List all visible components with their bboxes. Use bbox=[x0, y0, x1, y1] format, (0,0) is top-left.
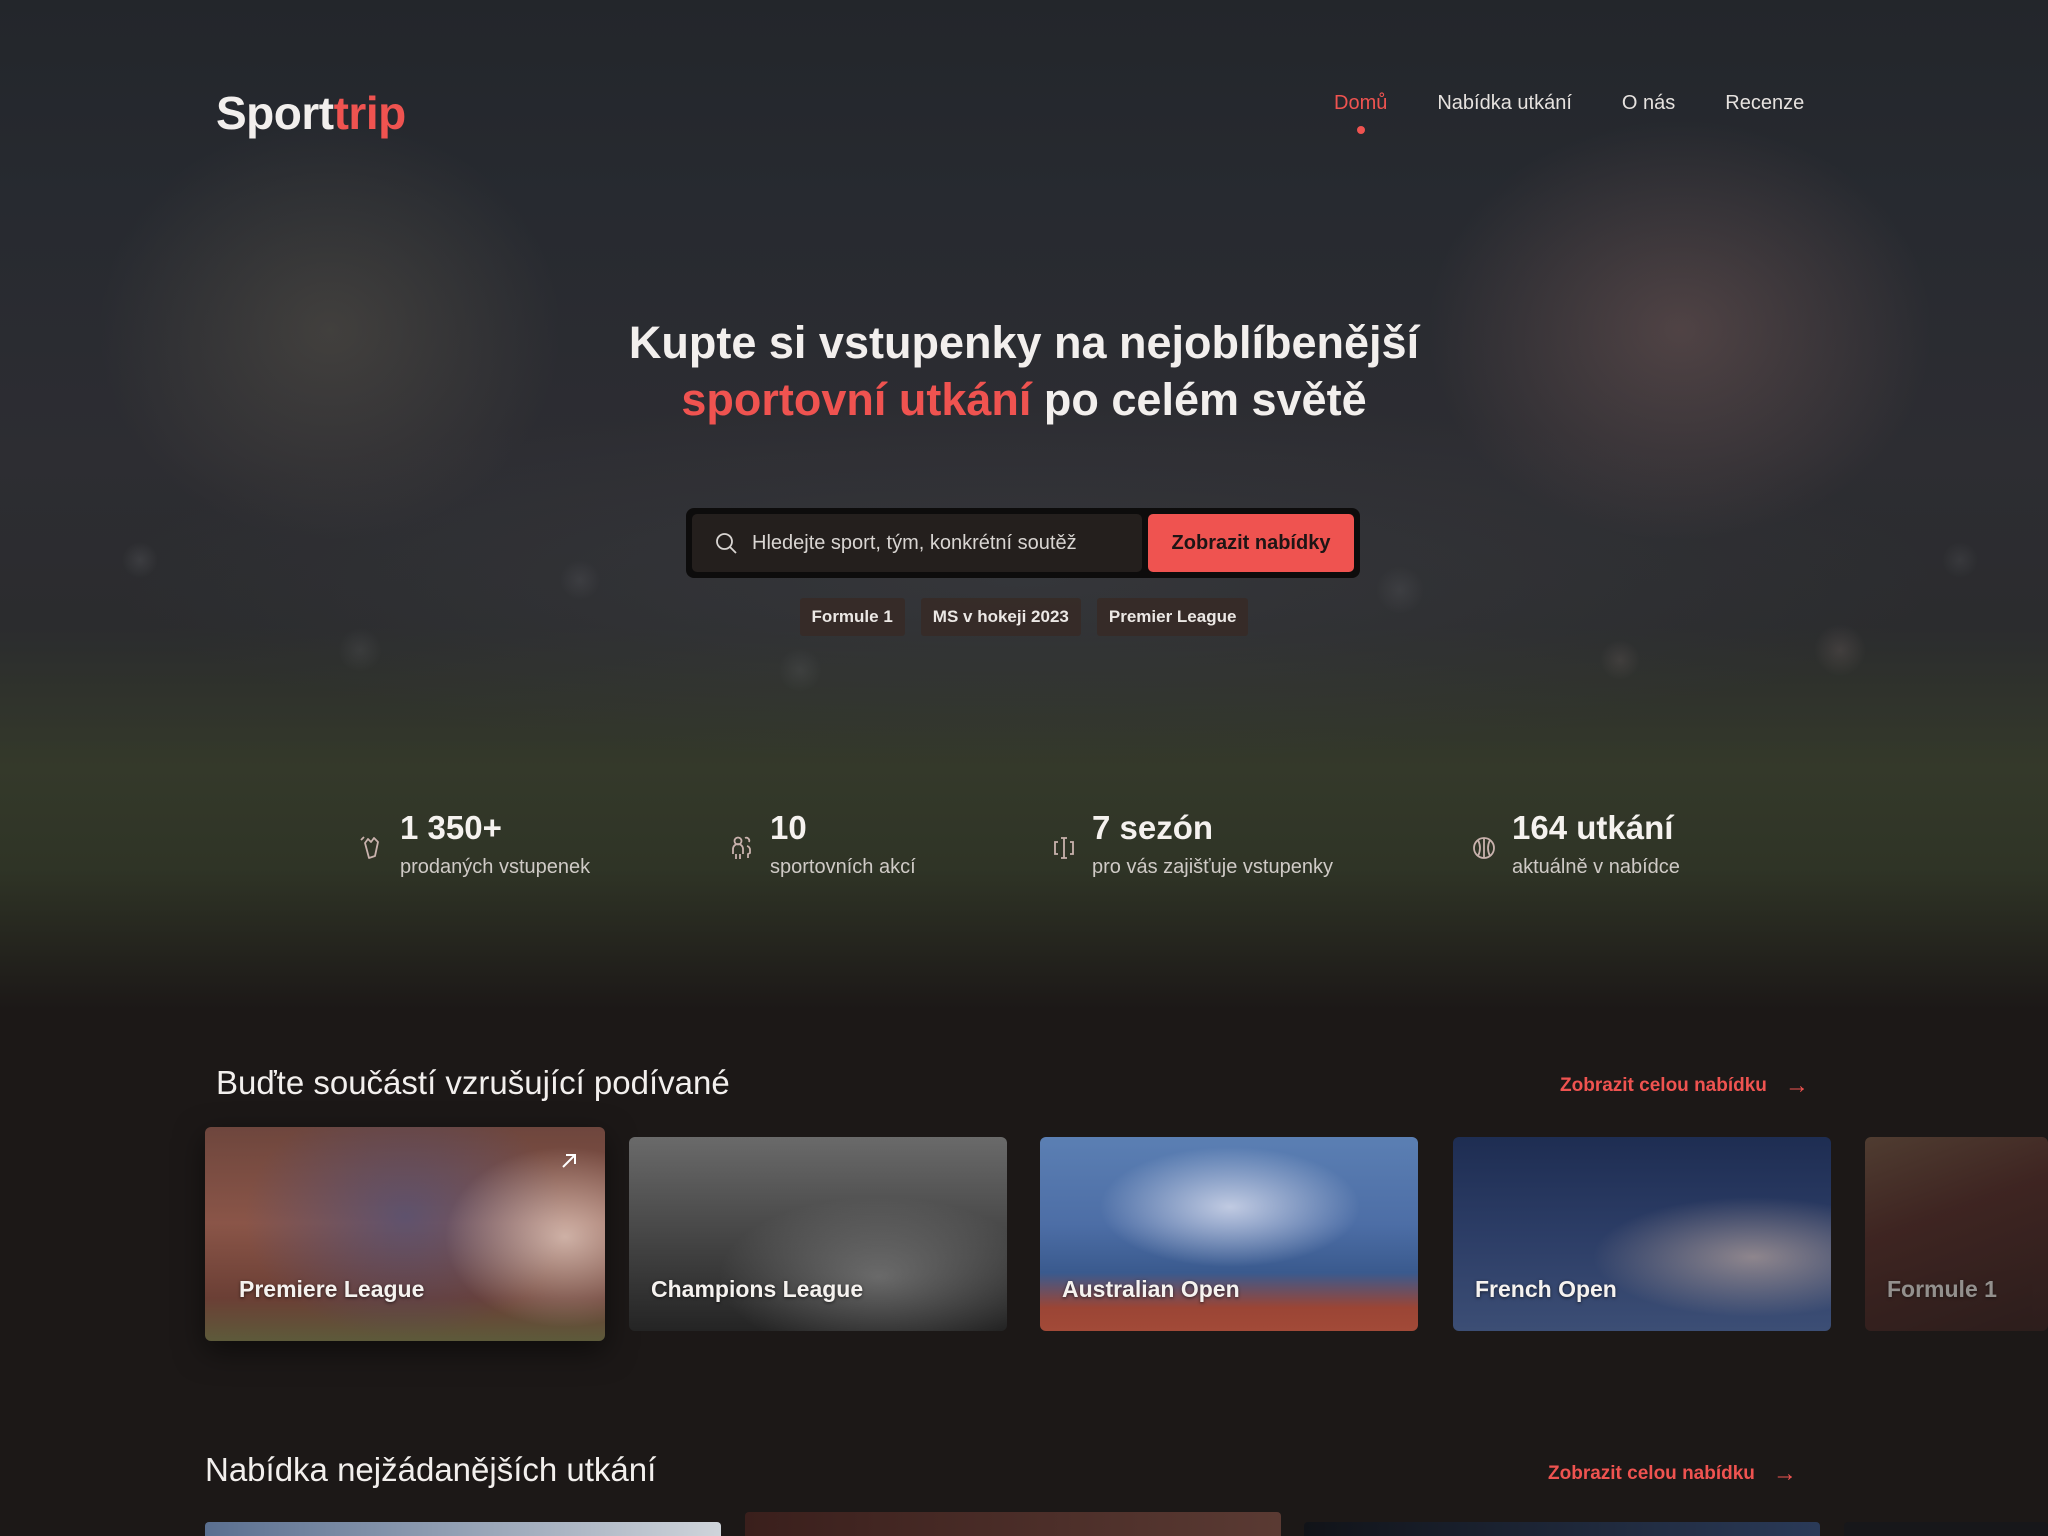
stat-value: 164 utkání bbox=[1512, 809, 1674, 846]
hero-headline: Kupte si vstupenky na nejoblíbenější spo… bbox=[0, 314, 2048, 428]
season-icon bbox=[1054, 837, 1074, 859]
tag-ms-v-hokeji[interactable]: MS v hokeji 2023 bbox=[920, 598, 1081, 636]
stat-matches: 164 utkání aktuálně v nabídce bbox=[1470, 808, 1680, 879]
quick-tags: Formule 1 MS v hokeji 2023 Premier Leagu… bbox=[0, 598, 2048, 636]
show-offers-button[interactable]: Zobrazit nabídky bbox=[1148, 514, 1354, 572]
section-title-top-matches: Nabídka nejžádanějších utkání bbox=[205, 1451, 657, 1488]
nav-label: Nabídka utkání bbox=[1437, 92, 1572, 114]
stat-value: 7 sezón bbox=[1092, 809, 1214, 846]
see-all-label: Zobrazit celou nabídku bbox=[1548, 1463, 1755, 1484]
card-label: Premiere League bbox=[239, 1276, 425, 1302]
search-bar: Zobrazit nabídky bbox=[686, 508, 1360, 578]
card-champions-league[interactable]: Champions League bbox=[629, 1137, 1007, 1331]
search-icon bbox=[716, 533, 737, 554]
nav-label: O nás bbox=[1621, 92, 1676, 114]
ticket-icon bbox=[360, 836, 379, 859]
arrow-right-icon: → bbox=[1772, 1460, 1797, 1487]
card-australian-open[interactable]: Australian Open bbox=[1040, 1137, 1418, 1331]
nav-item-nabidka-utkani[interactable]: Nabídka utkání bbox=[1437, 92, 1572, 115]
headline-line1: Kupte si vstupenky na nejoblíbenější bbox=[628, 317, 1420, 368]
search-input[interactable] bbox=[752, 531, 1112, 555]
nav-item-o-nas[interactable]: O nás bbox=[1622, 92, 1675, 115]
card-french-open[interactable]: French Open bbox=[1453, 1137, 1831, 1331]
logo-part-trip: trip bbox=[333, 87, 407, 139]
see-all-label: Zobrazit celou nabídku bbox=[1560, 1075, 1767, 1096]
active-indicator-dot bbox=[1356, 126, 1365, 134]
main-nav: Domů Nabídka utkání O nás Recenze bbox=[1334, 92, 1804, 134]
logo[interactable]: Sporttrip bbox=[216, 86, 406, 140]
headline-line2-rest: po celém světě bbox=[1031, 374, 1367, 425]
stat-events: 10 sportovních akcí bbox=[728, 808, 916, 879]
stat-tickets: 1 350+ prodaných vstupenek bbox=[358, 808, 590, 879]
see-all-link-2[interactable]: Zobrazit celou nabídku → bbox=[1548, 1460, 1797, 1488]
arrow-right-icon: → bbox=[1784, 1072, 1809, 1099]
nav-item-recenze[interactable]: Recenze bbox=[1725, 92, 1804, 115]
card-label: Australian Open bbox=[1062, 1276, 1240, 1302]
nav-label: Recenze bbox=[1725, 92, 1805, 114]
match-card[interactable] bbox=[205, 1522, 721, 1536]
tag-formule-1[interactable]: Formule 1 bbox=[799, 598, 905, 636]
stat-label: pro vás zajišťuje vstupenky bbox=[1092, 856, 1333, 878]
ball-icon bbox=[1473, 837, 1495, 859]
section-title-spectacle: Buďte součástí vzrušující podívané bbox=[216, 1064, 730, 1101]
stat-value: 1 350+ bbox=[400, 809, 502, 846]
nav-label: Domů bbox=[1334, 92, 1388, 114]
card-premiere-league[interactable]: Premiere League bbox=[205, 1127, 605, 1341]
match-card[interactable] bbox=[745, 1512, 1281, 1536]
match-card[interactable] bbox=[1304, 1522, 1820, 1536]
stat-label: aktuálně v nabídce bbox=[1512, 856, 1680, 878]
people-icon bbox=[732, 836, 751, 859]
card-label: Formule 1 bbox=[1887, 1276, 1997, 1302]
headline-accent: sportovní utkání bbox=[681, 374, 1032, 425]
card-label: Champions League bbox=[651, 1276, 864, 1302]
hero-background bbox=[0, 0, 2048, 1010]
stat-seasons: 7 sezón pro vás zajišťuje vstupenky bbox=[1050, 808, 1333, 879]
nav-item-domu[interactable]: Domů bbox=[1334, 92, 1388, 134]
see-all-link[interactable]: Zobrazit celou nabídku → bbox=[1560, 1072, 1809, 1100]
card-formule-1[interactable]: Formule 1 bbox=[1865, 1137, 2048, 1331]
stat-label: sportovních akcí bbox=[770, 856, 916, 878]
match-card[interactable] bbox=[1844, 1522, 2048, 1536]
search-field[interactable] bbox=[692, 514, 1142, 572]
card-label: French Open bbox=[1475, 1276, 1617, 1302]
stat-label: prodaných vstupenek bbox=[400, 856, 591, 878]
tag-premier-league[interactable]: Premier League bbox=[1096, 598, 1249, 636]
external-link-icon[interactable] bbox=[559, 1151, 579, 1171]
stat-value: 10 bbox=[770, 809, 807, 846]
logo-part-sport: Sport bbox=[216, 87, 334, 139]
